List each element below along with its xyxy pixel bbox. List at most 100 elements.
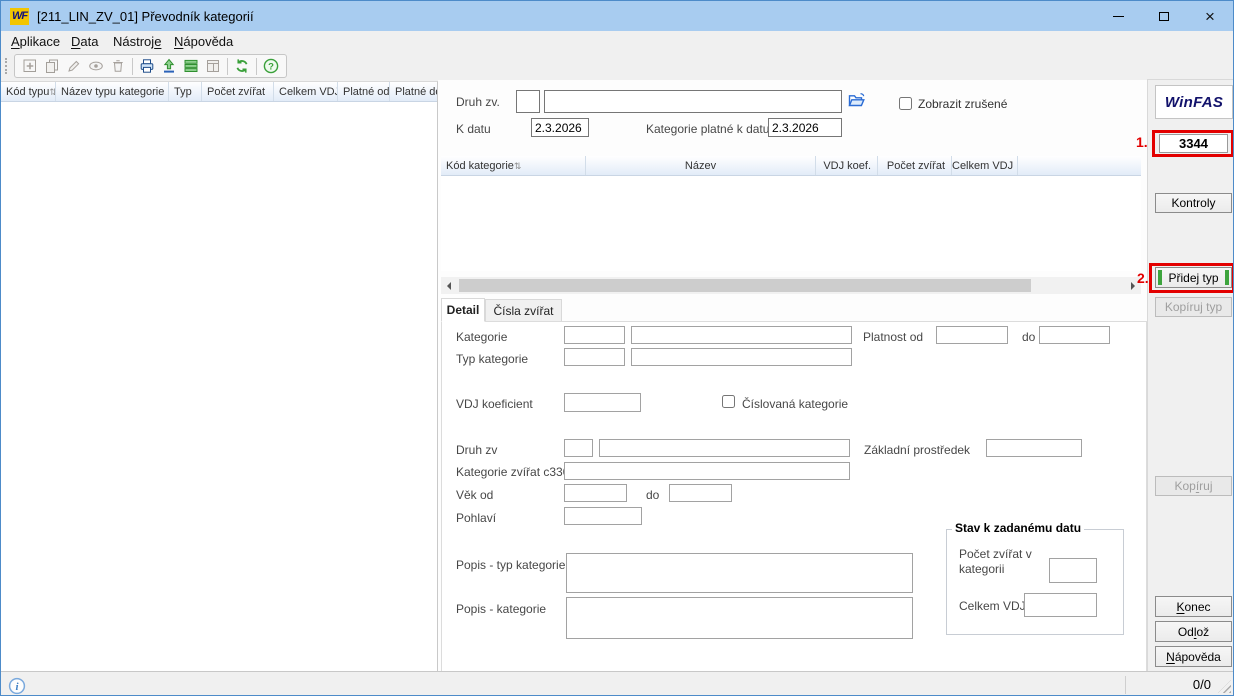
typ-kategorie-label: Typ kategorie — [456, 352, 528, 366]
column-header-typ[interactable]: Typ — [169, 82, 202, 101]
table-columns-icon[interactable] — [202, 56, 224, 76]
category-table-header: Kód kategorie⇅ Název VDJ koef. Počet zví… — [441, 156, 1141, 176]
druh-zv-filter-label: Druh zv. — [456, 95, 500, 109]
druh-zv-detail-code-input[interactable] — [564, 439, 593, 457]
toolbar-grip[interactable] — [5, 58, 7, 74]
scrollbar-thumb[interactable] — [459, 279, 1031, 292]
minimize-icon — [1113, 16, 1124, 17]
kategorie-label: Kategorie — [456, 330, 507, 344]
column-header-pocet-zvirat[interactable]: Počet zvířat — [202, 82, 274, 101]
tab-cisla-zvirat[interactable]: Čísla zvířat — [485, 299, 562, 322]
zobrazit-zrusene-checkbox[interactable] — [899, 97, 912, 110]
task-number-field[interactable]: 3344 — [1159, 134, 1228, 153]
platnost-od-input[interactable] — [936, 326, 1008, 344]
pocet-zvirat-kategorii-label: Počet zvířat v kategorii — [959, 547, 1045, 577]
window-title: [211_LIN_ZV_01] Převodník kategorií — [37, 9, 254, 24]
window-controls: × — [1095, 1, 1233, 31]
column-header-pocet-zvirat2[interactable]: Počet zvířat — [878, 156, 952, 175]
pohlavi-label: Pohlaví — [456, 511, 496, 525]
column-header-celkem-vdj[interactable]: Celkem VDJ — [274, 82, 338, 101]
druh-zv-detail-name-input[interactable] — [599, 439, 850, 457]
celkem-vdj-stav-input[interactable] — [1024, 593, 1097, 617]
kategorie-zvirat-label: Kategorie zvířat c3301 — [456, 465, 576, 479]
menu-napoveda[interactable]: Nápověda — [174, 34, 233, 49]
vek-od-label: Věk od — [456, 488, 493, 502]
vdj-koeficient-input[interactable] — [564, 393, 641, 412]
add-new-icon[interactable] — [19, 56, 41, 76]
platnost-do-label: do — [1022, 330, 1035, 344]
column-header-platne-do[interactable]: Platné do — [390, 82, 437, 101]
scroll-left-button[interactable] — [441, 277, 457, 294]
preview-eye-icon[interactable] — [85, 56, 107, 76]
kategorie-zvirat-input[interactable] — [564, 462, 850, 480]
help-icon[interactable]: ? — [260, 56, 282, 76]
typ-kategorie-name-input[interactable] — [631, 348, 852, 366]
statusbar-separator — [1125, 676, 1126, 694]
horizontal-scrollbar — [441, 277, 1141, 294]
kopiruj-button[interactable]: Kopíruj — [1155, 476, 1232, 496]
column-header-kod-kategorie[interactable]: Kód kategorie⇅ — [441, 156, 586, 175]
druh-zv-code-input[interactable] — [516, 90, 540, 113]
column-header-nazev[interactable]: Název — [586, 156, 816, 175]
export-up-arrow-icon[interactable] — [158, 56, 180, 76]
kategorie-code-input[interactable] — [564, 326, 625, 344]
konec-button[interactable]: Konec — [1155, 596, 1232, 617]
toolbar-separator — [132, 58, 133, 75]
column-header-kod-typu[interactable]: Kód typu⇅ — [1, 82, 56, 101]
delete-trash-icon[interactable] — [107, 56, 129, 76]
popis-kategorie-textarea[interactable] — [566, 597, 913, 639]
odloz-button[interactable]: Odlož — [1155, 621, 1232, 642]
winfas-app-icon: WF — [10, 8, 29, 25]
column-header-nazev-typu[interactable]: Název typu kategorie — [56, 82, 169, 101]
zakladni-prostredek-input[interactable] — [986, 439, 1082, 457]
vek-od-input[interactable] — [564, 484, 627, 502]
popis-typ-textarea[interactable] — [566, 553, 913, 593]
record-counter: 0/0 — [1171, 677, 1211, 692]
info-icon[interactable]: i — [8, 677, 26, 696]
vek-do-input[interactable] — [669, 484, 732, 502]
tab-detail[interactable]: Detail — [441, 298, 485, 322]
sort-icon: ⇅ — [49, 87, 56, 97]
minimize-button[interactable] — [1095, 1, 1141, 31]
napoveda-button[interactable]: Nápověda — [1155, 646, 1232, 667]
kategorie-platne-input[interactable] — [768, 118, 842, 137]
platnost-do-input[interactable] — [1039, 326, 1110, 344]
toolbar-separator — [256, 58, 257, 75]
column-header-vdj-koef[interactable]: VDJ koef. — [816, 156, 878, 175]
druh-zv-detail-label: Druh zv — [456, 443, 497, 457]
close-button[interactable]: × — [1187, 1, 1233, 31]
column-header-platne-od[interactable]: Platné od — [338, 82, 390, 101]
open-folder-icon[interactable] — [847, 91, 867, 113]
k-datu-label: K datu — [456, 122, 491, 136]
pohlavi-input[interactable] — [564, 507, 642, 525]
vdj-koeficient-label: VDJ koeficient — [456, 397, 533, 411]
kategorie-name-input[interactable] — [631, 326, 852, 344]
titlebar: WF [211_LIN_ZV_01] Převodník kategorií × — [1, 1, 1233, 31]
pocet-zvirat-kategorii-input[interactable] — [1049, 558, 1097, 583]
maximize-button[interactable] — [1141, 1, 1187, 31]
cislovana-kategorie-checkbox[interactable] — [722, 395, 735, 408]
cislovana-kategorie-label: Číslovaná kategorie — [742, 397, 848, 411]
annotation-step-1: 1. — [1136, 134, 1148, 150]
svg-text:?: ? — [268, 61, 274, 72]
menu-nastroje[interactable]: Nástroje — [113, 34, 161, 49]
refresh-icon[interactable] — [231, 56, 253, 76]
typ-kategorie-code-input[interactable] — [564, 348, 625, 366]
druh-zv-name-input[interactable] — [544, 90, 842, 113]
print-icon[interactable] — [136, 56, 158, 76]
list-rows-icon[interactable] — [180, 56, 202, 76]
menu-aplikace[interactable]: Aplikace — [11, 34, 60, 49]
toolbar: ? — [1, 53, 1233, 79]
column-header-celkem-vdj2[interactable]: Celkem VDJ — [952, 156, 1018, 175]
column-header-filler — [1018, 156, 1141, 175]
menu-data[interactable]: Data — [71, 34, 98, 49]
kontroly-button[interactable]: Kontroly — [1155, 193, 1232, 213]
stav-groupbox — [946, 529, 1124, 635]
kopiruj-typ-button[interactable]: Kopíruj typ — [1155, 297, 1232, 317]
stav-groupbox-title: Stav k zadanému datu — [952, 521, 1084, 535]
copy-icon[interactable] — [41, 56, 63, 76]
k-datu-input[interactable] — [531, 118, 589, 137]
pridej-typ-button[interactable]: Přidej typ — [1155, 267, 1232, 288]
vek-do-label: do — [646, 488, 659, 502]
edit-icon[interactable] — [63, 56, 85, 76]
